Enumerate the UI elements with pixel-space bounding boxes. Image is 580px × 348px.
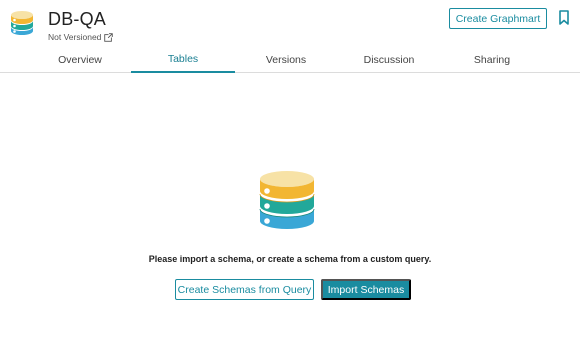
create-graphmart-button[interactable]: Create Graphmart xyxy=(449,8,547,29)
tab-tables[interactable]: Tables xyxy=(131,46,235,73)
empty-state-message: Please import a schema, or create a sche… xyxy=(148,254,432,264)
bookmark-icon[interactable] xyxy=(558,10,570,25)
tab-sharing[interactable]: Sharing xyxy=(440,46,544,73)
tab-discussion[interactable]: Discussion xyxy=(337,46,441,73)
tab-bar: Overview Tables Versions Discussion Shar… xyxy=(0,46,580,73)
page-header: DB-QA Not Versioned Create Graphmart xyxy=(0,0,580,46)
version-status-label: Not Versioned xyxy=(48,32,102,42)
tab-versions[interactable]: Versions xyxy=(234,46,338,73)
create-schemas-from-query-button[interactable]: Create Schemas from Query xyxy=(175,279,314,300)
version-status: Not Versioned xyxy=(48,32,114,42)
database-icon xyxy=(11,11,33,35)
external-link-icon[interactable] xyxy=(104,32,114,42)
tab-overview[interactable]: Overview xyxy=(28,46,132,73)
import-schemas-button[interactable]: Import Schemas xyxy=(321,279,411,300)
page-title: DB-QA xyxy=(48,9,107,29)
database-icon xyxy=(259,171,315,229)
